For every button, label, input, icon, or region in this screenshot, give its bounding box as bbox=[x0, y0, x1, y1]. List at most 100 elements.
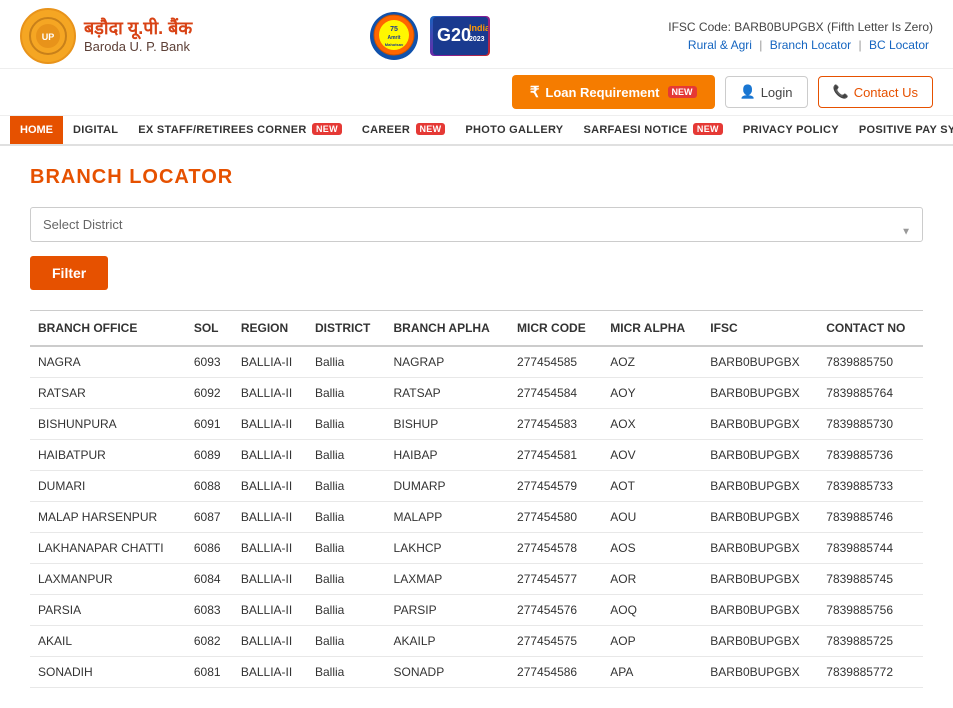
table-cell: 6083 bbox=[186, 595, 233, 626]
svg-text:India: India bbox=[469, 23, 488, 33]
table-cell: BARB0BUPGBX bbox=[702, 346, 818, 378]
table-cell: AOY bbox=[602, 378, 702, 409]
district-select-wrapper: Select District Ballia Varanasi Lucknow bbox=[30, 207, 923, 256]
svg-text:Amrit: Amrit bbox=[388, 35, 401, 41]
table-cell: AOU bbox=[602, 502, 702, 533]
table-cell: BALLIA-II bbox=[233, 440, 307, 471]
nav-privacy[interactable]: PRIVACY POLICY bbox=[733, 116, 849, 144]
table-cell: RATSAP bbox=[386, 378, 510, 409]
table-cell: BALLIA-II bbox=[233, 564, 307, 595]
col-contact: CONTACT NO bbox=[818, 311, 923, 347]
table-cell: Ballia bbox=[307, 564, 386, 595]
header-badges: 75 Amrit Mahotsav G20 India 2023 bbox=[370, 12, 490, 60]
nav-digital[interactable]: DIGITAL bbox=[63, 116, 128, 144]
table-row: SONADIH6081BALLIA-IIBalliaSONADP27745458… bbox=[30, 657, 923, 688]
contact-label: Contact Us bbox=[854, 85, 918, 100]
table-cell: 277454580 bbox=[509, 502, 602, 533]
table-cell: PARSIP bbox=[386, 595, 510, 626]
table-cell: Ballia bbox=[307, 346, 386, 378]
loan-requirement-button[interactable]: ₹ Loan Requirement NEW bbox=[512, 75, 715, 109]
col-district: DISTRICT bbox=[307, 311, 386, 347]
table-cell: 7839885733 bbox=[818, 471, 923, 502]
table-cell: BALLIA-II bbox=[233, 346, 307, 378]
bc-locator-link[interactable]: BC Locator bbox=[869, 38, 929, 52]
col-region: REGION bbox=[233, 311, 307, 347]
contact-us-button[interactable]: 📞 Contact Us bbox=[818, 76, 934, 108]
table-cell: LAKHANAPAR CHATTI bbox=[30, 533, 186, 564]
table-cell: 6093 bbox=[186, 346, 233, 378]
header-right: IFSC Code: BARB0BUPGBX (Fifth Letter Is … bbox=[668, 20, 933, 52]
table-cell: 6087 bbox=[186, 502, 233, 533]
table-cell: Ballia bbox=[307, 378, 386, 409]
table-cell: BARB0BUPGBX bbox=[702, 471, 818, 502]
bank-name-hindi: बड़ौदा यू.पी. बैंक bbox=[84, 18, 192, 40]
table-cell: BALLIA-II bbox=[233, 595, 307, 626]
nav-sarfaesi[interactable]: SARFAESI NOTICE NEW bbox=[573, 116, 732, 144]
table-cell: AOQ bbox=[602, 595, 702, 626]
nav-ex-staff[interactable]: EX STAFF/RETIREES CORNER NEW bbox=[128, 116, 352, 144]
table-cell: 7839885744 bbox=[818, 533, 923, 564]
table-cell: BARB0BUPGBX bbox=[702, 440, 818, 471]
table-cell: 6089 bbox=[186, 440, 233, 471]
svg-text:Mahotsav: Mahotsav bbox=[385, 42, 404, 47]
table-cell: DUMARP bbox=[386, 471, 510, 502]
svg-text:G20: G20 bbox=[437, 25, 471, 45]
table-cell: 277454586 bbox=[509, 657, 602, 688]
table-cell: HAIBATPUR bbox=[30, 440, 186, 471]
table-cell: NAGRAP bbox=[386, 346, 510, 378]
table-cell: BARB0BUPGBX bbox=[702, 564, 818, 595]
table-cell: 6091 bbox=[186, 409, 233, 440]
filter-button[interactable]: Filter bbox=[30, 256, 108, 290]
rupee-icon: ₹ bbox=[530, 83, 540, 101]
page-title: BRANCH LOCATOR bbox=[30, 166, 923, 189]
table-cell: BALLIA-II bbox=[233, 471, 307, 502]
home-nav-item[interactable]: HOME bbox=[10, 116, 63, 144]
table-cell: 7839885750 bbox=[818, 346, 923, 378]
table-cell: 6081 bbox=[186, 657, 233, 688]
table-cell: Ballia bbox=[307, 502, 386, 533]
table-cell: BALLIA-II bbox=[233, 657, 307, 688]
table-cell: BARB0BUPGBX bbox=[702, 595, 818, 626]
table-cell: Ballia bbox=[307, 409, 386, 440]
nav-career[interactable]: CAREER NEW bbox=[352, 116, 456, 144]
table-cell: 277454577 bbox=[509, 564, 602, 595]
table-cell: NAGRA bbox=[30, 346, 186, 378]
table-cell: SONADP bbox=[386, 657, 510, 688]
table-row: MALAP HARSENPUR6087BALLIA-IIBalliaMALAPP… bbox=[30, 502, 923, 533]
login-icon: 👤 bbox=[740, 84, 756, 100]
table-header: BRANCH OFFICE SOL REGION DISTRICT BRANCH… bbox=[30, 311, 923, 347]
login-button[interactable]: 👤 Login bbox=[725, 76, 808, 108]
table-cell: HAIBAP bbox=[386, 440, 510, 471]
branch-table-wrapper: BRANCH OFFICE SOL REGION DISTRICT BRANCH… bbox=[30, 310, 923, 688]
table-row: AKAIL6082BALLIA-IIBalliaAKAILP277454575A… bbox=[30, 626, 923, 657]
svg-text:75: 75 bbox=[390, 26, 398, 33]
table-cell: AKAILP bbox=[386, 626, 510, 657]
branch-locator-link[interactable]: Branch Locator bbox=[770, 38, 851, 52]
table-cell: BALLIA-II bbox=[233, 533, 307, 564]
header: UP बड़ौदा यू.पी. बैंक Baroda U. P. Bank … bbox=[0, 0, 953, 69]
nav-photo-gallery[interactable]: PHOTO GALLERY bbox=[455, 116, 573, 144]
table-cell: 7839885745 bbox=[818, 564, 923, 595]
table-cell: 6086 bbox=[186, 533, 233, 564]
col-micr-code: MICR CODE bbox=[509, 311, 602, 347]
svg-text:2023: 2023 bbox=[469, 36, 485, 43]
table-cell: 6092 bbox=[186, 378, 233, 409]
loan-new-badge: NEW bbox=[668, 86, 697, 98]
g20-badge: G20 India 2023 bbox=[430, 16, 490, 56]
rural-agri-link[interactable]: Rural & Agri bbox=[688, 38, 752, 52]
table-cell: 7839885725 bbox=[818, 626, 923, 657]
table-cell: Ballia bbox=[307, 657, 386, 688]
table-cell: 277454581 bbox=[509, 440, 602, 471]
table-cell: BISHUP bbox=[386, 409, 510, 440]
table-cell: Ballia bbox=[307, 440, 386, 471]
table-cell: 6082 bbox=[186, 626, 233, 657]
table-cell: BARB0BUPGBX bbox=[702, 409, 818, 440]
table-cell: 6088 bbox=[186, 471, 233, 502]
azadi-badge: 75 Amrit Mahotsav bbox=[370, 12, 418, 60]
table-cell: 7839885764 bbox=[818, 378, 923, 409]
table-cell: BARB0BUPGBX bbox=[702, 657, 818, 688]
nav-positive-pay[interactable]: POSITIVE PAY SYSTEM bbox=[849, 116, 953, 144]
district-select[interactable]: Select District Ballia Varanasi Lucknow bbox=[30, 207, 923, 242]
table-cell: PARSIA bbox=[30, 595, 186, 626]
sarfaesi-new-badge: NEW bbox=[693, 123, 723, 135]
